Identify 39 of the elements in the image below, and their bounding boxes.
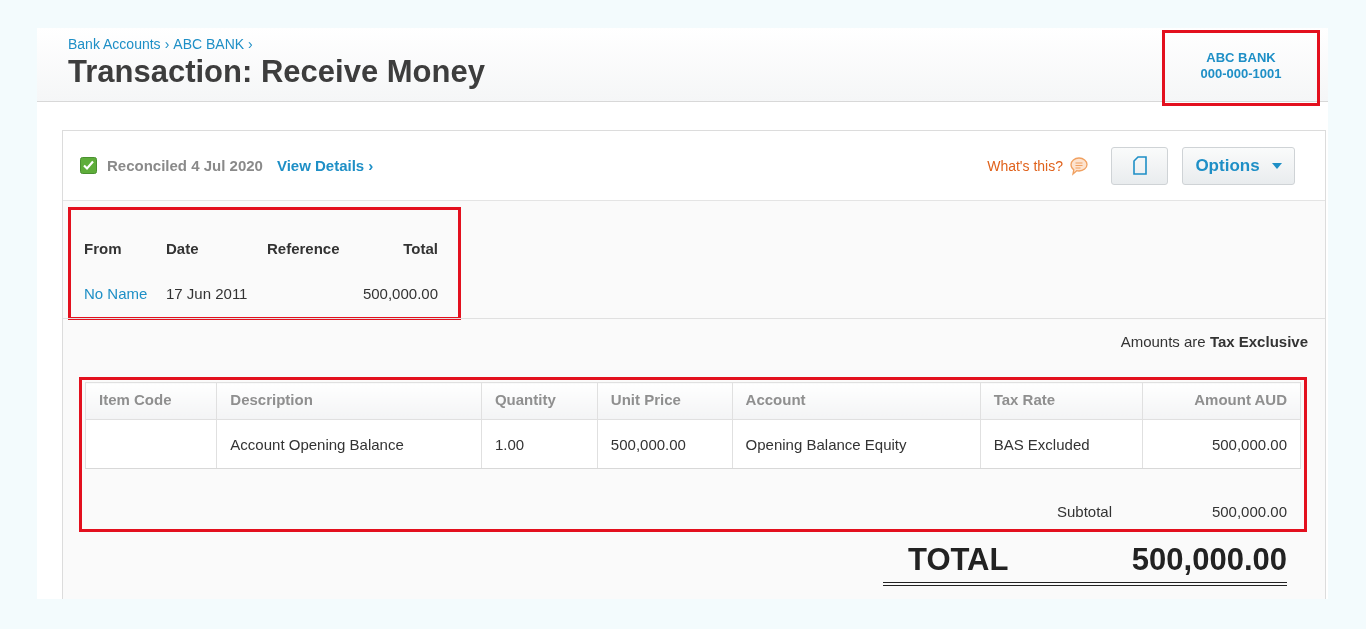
table-cell: BAS Excluded <box>980 419 1143 469</box>
reconciled-text: Reconciled 4 Jul 2020 <box>107 157 263 174</box>
column-header: Quantity <box>481 382 598 420</box>
column-header: Item Code <box>85 382 217 420</box>
tax-note: Amounts are Tax Exclusive <box>1119 333 1308 350</box>
subtotal-label: Subtotal <box>1056 503 1112 520</box>
summary-heading: From <box>84 240 123 259</box>
summary-heading: Total <box>402 240 438 259</box>
column-header: Amount AUD <box>1142 382 1301 420</box>
subtotal-value: 500,000.00 <box>1210 503 1287 520</box>
column-header: Account <box>732 382 981 420</box>
summary-value: 500,000.00 <box>361 285 438 304</box>
summary-value: 17 Jun 2011 <box>166 285 249 304</box>
contact-link[interactable]: No Name <box>84 285 166 317</box>
document-icon <box>1132 156 1147 175</box>
column-header: Description <box>216 382 482 420</box>
summary-heading: Reference <box>267 240 341 259</box>
options-button[interactable]: Options <box>1182 146 1295 185</box>
table-cell: 500,000.00 <box>1142 419 1301 469</box>
breadcrumb-separator: › <box>164 36 170 52</box>
total-value: 500,000.00 <box>1131 542 1287 578</box>
breadcrumb-link[interactable]: ABC BANK <box>173 36 245 52</box>
caret-icon <box>1271 162 1282 169</box>
breadcrumb-link[interactable]: Bank Accounts <box>68 36 161 52</box>
help-link[interactable]: What's this? <box>987 155 1089 176</box>
breadcrumb-separator: › <box>248 36 253 52</box>
speech-bubble-icon <box>1069 155 1089 176</box>
column-header: Tax Rate <box>980 382 1143 420</box>
view-details-link[interactable]: View Details › <box>276 157 374 174</box>
summary-heading: Date <box>166 240 200 259</box>
column-header: Unit Price <box>597 382 733 420</box>
page-title: Transaction: Receive Money <box>68 54 485 90</box>
document-button[interactable] <box>1111 146 1168 185</box>
table-cell: 500,000.00 <box>597 419 733 469</box>
table-cell: 1.00 <box>481 419 598 469</box>
table-cell: Opening Balance Equity <box>732 419 981 469</box>
table-cell: Account Opening Balance <box>216 419 482 469</box>
account-label: ABC BANK 000-000-1001 <box>1162 30 1320 106</box>
total-label: TOTAL <box>908 542 1009 578</box>
